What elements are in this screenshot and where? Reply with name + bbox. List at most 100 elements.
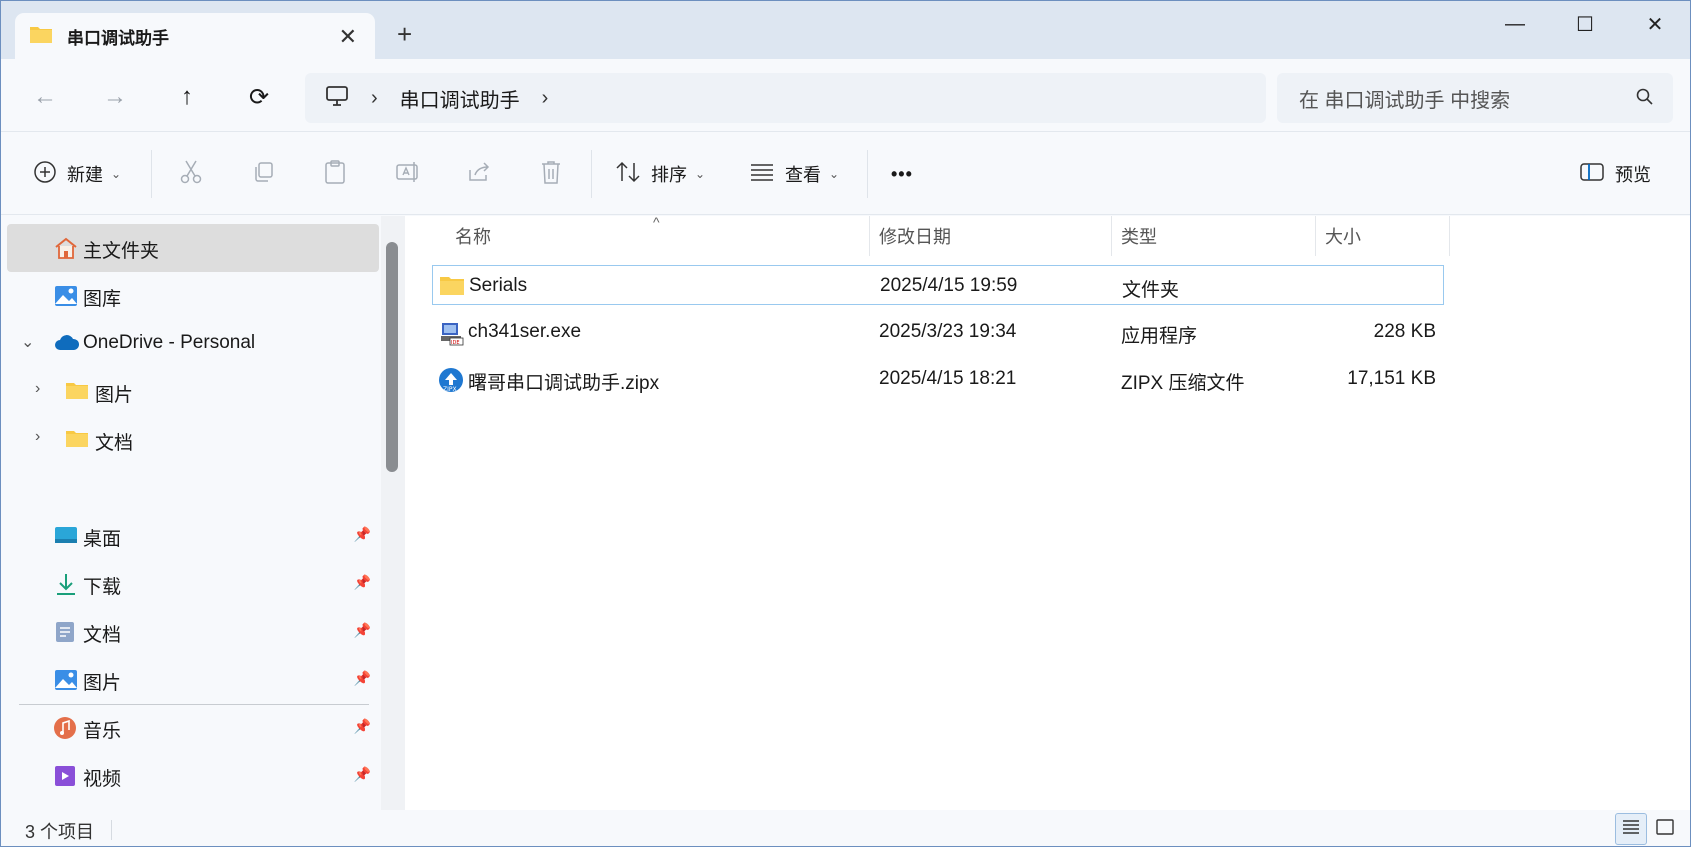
column-header-modified[interactable]: 修改日期 [879,216,951,256]
minimize-button[interactable]: — [1485,9,1545,39]
forward-button[interactable]: → [95,77,135,117]
pin-icon[interactable]: 📌 [354,574,371,591]
sidebar-item-label: 桌面 [83,529,122,550]
sidebar-scrollbar-thumb[interactable] [386,242,398,472]
music-icon [53,716,79,740]
sidebar-item-label: 下载 [83,577,122,598]
file-type: 文件夹 [1122,280,1180,301]
sort-ascending-icon: ^ [653,214,660,230]
navigation-row: ← → ↑ ⟳ › 串口调试助手 › 在 串口调试助手 中搜索 [1,59,1690,131]
delete-button[interactable] [539,158,563,190]
file-row-ch341ser[interactable]: IDE ch341ser.exe 2025/3/23 19:34 应用程序 22… [432,312,1444,352]
chevron-down-icon: ⌄ [829,167,840,181]
sidebar-item-gallery[interactable]: 图库 [7,272,379,320]
documents-icon [53,620,79,644]
sort-button[interactable]: 排序 ⌄ [615,158,705,190]
pin-icon[interactable]: 📌 [354,526,371,543]
share-button[interactable] [467,158,493,190]
sidebar-item-label: 图库 [83,289,122,310]
breadcrumb-chevron-icon[interactable]: › [542,87,549,110]
sidebar-item-label: OneDrive - Personal [83,332,256,353]
sidebar-item-home[interactable]: 主文件夹 [7,224,379,272]
this-pc-icon[interactable] [325,85,349,112]
navigation-pane: 主文件夹 图库 ⌄ OneDrive - Personal › 图片 › 文档 … [1,216,393,810]
view-button[interactable]: 查看 ⌄ [749,158,839,190]
sidebar-item-music[interactable]: 音乐 📌 [7,704,379,752]
videos-icon [53,764,79,788]
copy-button[interactable] [251,158,275,190]
pin-icon[interactable]: 📌 [354,622,371,639]
column-separator[interactable] [1449,216,1450,256]
sidebar-item-label: 主文件夹 [83,241,160,262]
cut-button[interactable] [179,158,203,190]
column-header-type[interactable]: 类型 [1121,216,1157,256]
column-separator[interactable] [1111,216,1112,256]
toolbar-divider [591,150,592,198]
refresh-button[interactable]: ⟳ [239,77,279,117]
copy-icon [251,160,275,189]
sidebar-item-videos[interactable]: 视频 📌 [7,752,379,800]
search-icon[interactable] [1635,87,1655,113]
sidebar-item-onedrive-documents[interactable]: › 文档 [7,416,379,464]
file-row-zipx[interactable]: ZIPX 曙哥串口调试助手.zipx 2025/4/15 18:21 ZIPX … [432,359,1444,399]
details-view-button[interactable] [1615,813,1647,845]
column-header-size[interactable]: 大小 [1325,216,1361,256]
tiles-view-icon [1655,818,1675,841]
search-input[interactable]: 在 串口调试助手 中搜索 [1277,73,1673,123]
up-button[interactable]: ↑ [167,77,207,117]
preview-pane-button[interactable]: 预览 [1579,158,1651,190]
status-bar: 3 个项目 [1,810,1690,846]
chevron-down-icon[interactable]: ⌄ [21,332,34,352]
new-button[interactable]: 新建 ⌄ [33,158,121,190]
sidebar-item-pictures[interactable]: 图片 📌 [7,656,379,704]
column-separator[interactable] [1315,216,1316,256]
folder-icon [439,274,465,298]
toolbar-divider [867,150,868,198]
clipboard-icon [323,159,347,190]
rename-button[interactable] [395,158,421,190]
plus-circle-icon [33,160,57,189]
pin-icon[interactable]: 📌 [354,718,371,735]
tiles-view-button[interactable] [1649,813,1681,845]
tab-serial-assistant[interactable]: 串口调试助手 ✕ [15,13,375,59]
back-button[interactable]: ← [25,77,65,117]
item-count: 3 个项目 [25,822,95,842]
view-label: 查看 [785,165,821,185]
folder-icon [65,380,91,404]
maximize-button[interactable]: ☐ [1555,9,1615,39]
file-type: ZIPX 压缩文件 [1121,373,1245,394]
file-explorer-window: 串口调试助手 ✕ + — ☐ ✕ ← → ↑ ⟳ › 串口调试助手 › 在 串口… [0,0,1691,847]
close-window-button[interactable]: ✕ [1625,9,1685,39]
file-size: 228 KB [1373,321,1436,342]
column-header-name[interactable]: 名称 [455,216,491,256]
toolbar-divider [151,150,152,198]
tab-close-icon[interactable]: ✕ [339,24,357,50]
sidebar-item-desktop[interactable]: 桌面 📌 [7,512,379,560]
file-row-serials[interactable]: Serials 2025/4/15 19:59 文件夹 [432,265,1444,305]
title-bar: 串口调试助手 ✕ + — ☐ ✕ [1,1,1690,59]
address-bar[interactable]: › 串口调试助手 › [305,73,1266,123]
breadcrumb-chevron-icon[interactable]: › [371,87,378,110]
sidebar-item-onedrive-pictures[interactable]: › 图片 [7,368,379,416]
sidebar-item-label: 图片 [83,673,122,694]
column-separator[interactable] [869,216,870,256]
sidebar-item-onedrive[interactable]: ⌄ OneDrive - Personal [7,320,379,368]
more-options-button[interactable]: ••• [891,158,913,190]
chevron-right-icon[interactable]: › [35,428,40,446]
tab-title: 串口调试助手 [67,28,169,48]
paste-button[interactable] [323,158,347,190]
pin-icon[interactable]: 📌 [354,766,371,783]
chevron-right-icon[interactable]: › [35,380,40,398]
preview-pane-icon [1579,161,1605,188]
sidebar-item-documents[interactable]: 文档 📌 [7,608,379,656]
sidebar-item-downloads[interactable]: 下载 📌 [7,560,379,608]
sidebar-item-label: 视频 [83,769,122,790]
onedrive-icon [53,332,80,356]
desktop-icon [53,524,79,548]
chevron-down-icon: ⌄ [695,167,706,181]
new-tab-button[interactable]: + [397,19,412,50]
share-icon [467,160,493,189]
new-label: 新建 [67,165,103,185]
pin-icon[interactable]: 📌 [354,670,371,687]
breadcrumb-current[interactable]: 串口调试助手 [400,84,520,113]
